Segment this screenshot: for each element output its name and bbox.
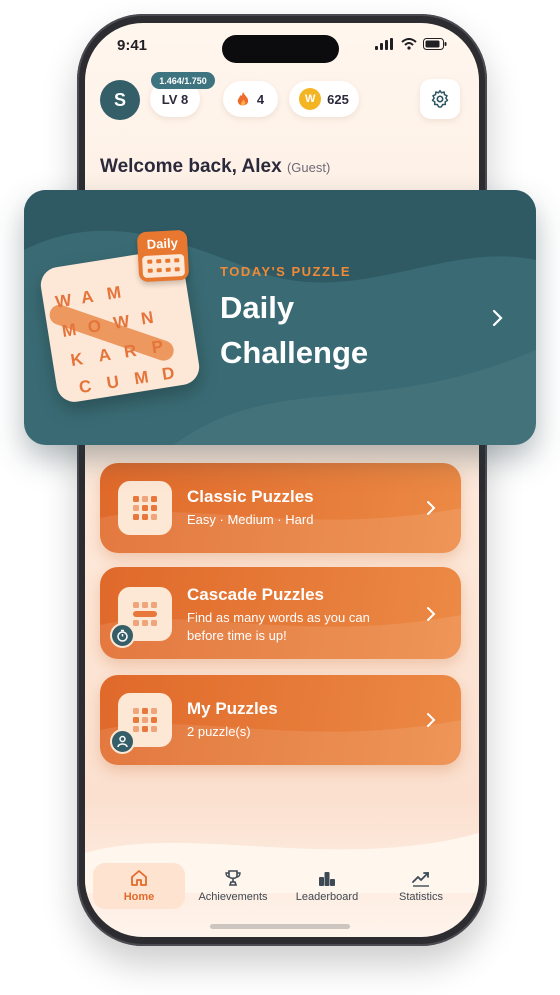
grid-letter: W — [112, 311, 132, 332]
tab-label: Home — [123, 891, 155, 903]
tab-bar: Home Achievements Leaderboard Statistics — [85, 855, 479, 915]
chevron-right-icon — [427, 713, 436, 727]
trend-up-icon — [412, 872, 429, 887]
grid-letter: M — [61, 320, 78, 341]
my-puzzles-card[interactable]: My Puzzles 2 puzzle(s) — [100, 675, 461, 765]
grid-letter: U — [105, 372, 120, 393]
tab-achievements[interactable]: Achievements — [187, 863, 279, 909]
card-title: Cascade Puzzles — [187, 585, 325, 604]
grid-letter: O — [86, 316, 102, 337]
card-subtitle: Find as many words as you can before tim… — [187, 610, 370, 643]
status-icons — [375, 38, 447, 50]
user-badge — [110, 729, 135, 754]
user-icon — [117, 735, 128, 748]
card-title: My Puzzles — [187, 699, 278, 718]
daily-tag: TODAY'S PUZZLE — [220, 264, 351, 279]
grid-letter: W — [54, 290, 74, 311]
chevron-right-icon — [427, 501, 436, 515]
grid-icon — [118, 481, 172, 535]
calendar-label: Daily — [146, 235, 179, 252]
coins-pill[interactable]: W 625 — [289, 81, 359, 117]
card-subtitle: Easy · Medium · Hard — [187, 512, 314, 527]
welcome-text: Welcome back, Alex — [100, 156, 282, 177]
status-time: 9:41 — [117, 37, 148, 54]
tab-statistics[interactable]: Statistics — [375, 863, 467, 909]
grid-letter: C — [78, 376, 93, 397]
daily-title: Daily Challenge — [220, 290, 369, 370]
chevron-right-icon — [427, 607, 436, 621]
settings-button[interactable] — [420, 79, 460, 119]
coin-count: 625 — [327, 91, 349, 107]
grid-glyph-icon — [133, 708, 157, 732]
home-icon — [131, 870, 147, 886]
grid-letter: A — [97, 345, 112, 366]
tab-label: Leaderboard — [295, 891, 359, 903]
avatar[interactable]: S — [100, 80, 140, 120]
dynamic-island — [222, 35, 339, 63]
signal-icon — [375, 38, 393, 50]
wifi-icon — [401, 38, 417, 50]
grid-letter: M — [105, 283, 122, 304]
trophy-icon — [225, 870, 241, 886]
classic-puzzles-card[interactable]: Classic Puzzles Easy · Medium · Hard — [100, 463, 461, 553]
guest-label: (Guest) — [286, 160, 331, 175]
coin-icon: W — [299, 88, 322, 110]
battery-icon — [423, 38, 447, 50]
welcome-heading: Welcome back, Alex (Guest) — [100, 156, 330, 178]
grid-glyph-icon — [133, 496, 157, 520]
tab-home[interactable]: Home — [93, 863, 185, 909]
streak-count: 4 — [256, 91, 265, 107]
card-title: Classic Puzzles — [187, 487, 314, 506]
tab-leaderboard[interactable]: Leaderboard — [281, 863, 373, 909]
grid-letter: M — [133, 367, 150, 388]
cascade-puzzles-card[interactable]: Cascade Puzzles Find as many words as yo… — [100, 567, 461, 659]
xp-badge: 1.464/1.750 — [151, 72, 215, 89]
flame-icon — [237, 91, 249, 105]
tab-label: Statistics — [398, 891, 443, 903]
gear-icon — [431, 89, 449, 108]
calendar-grid-icon — [147, 258, 180, 273]
app-screen: 9:41 S LV 8 1.464/1.750 4 W 625 Welcome … — [85, 23, 479, 937]
streak-pill[interactable]: 4 — [223, 81, 278, 117]
stopwatch-icon — [117, 629, 128, 642]
tab-label: Achievements — [198, 891, 268, 903]
cascade-glyph-icon — [133, 602, 157, 626]
grid-letter: D — [161, 363, 176, 384]
chevron-right-icon[interactable] — [492, 309, 504, 327]
calendar-badge-icon: Daily — [136, 229, 190, 283]
grid-letter: K — [69, 349, 85, 370]
timer-badge — [110, 623, 135, 648]
grid-letter: N — [140, 308, 155, 329]
leaderboard-icon — [319, 872, 335, 886]
calendar-body — [141, 253, 186, 279]
home-indicator — [210, 924, 350, 929]
grid-letter: A — [80, 287, 95, 308]
card-subtitle: 2 puzzle(s) — [187, 724, 251, 739]
